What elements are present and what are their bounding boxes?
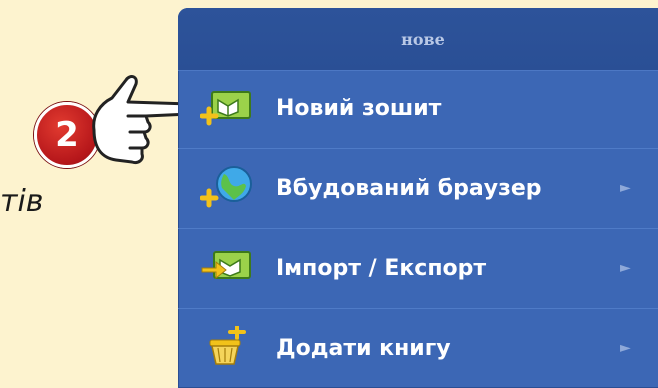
menu-item-label: Імпорт / Експорт bbox=[276, 255, 487, 281]
menu-divider bbox=[178, 148, 658, 149]
background-partial-text: тів bbox=[0, 184, 44, 219]
globe-icon bbox=[199, 166, 256, 210]
submenu-arrow-icon: ► bbox=[620, 340, 631, 356]
menu-divider bbox=[178, 228, 658, 229]
import-export-icon bbox=[200, 246, 256, 290]
new-notebook-icon bbox=[199, 86, 256, 130]
new-dropdown-menu: нове Новий зошит Вбудований браузер ► Ім… bbox=[178, 8, 658, 388]
add-book-basket-icon bbox=[200, 324, 256, 370]
menu-item-label: Вбудований браузер bbox=[276, 175, 542, 201]
menu-divider bbox=[178, 308, 658, 309]
submenu-arrow-icon: ► bbox=[620, 180, 631, 196]
menu-item-new-notebook[interactable]: Новий зошит bbox=[178, 78, 658, 138]
menu-item-label: Додати книгу bbox=[276, 335, 451, 361]
menu-header: нове bbox=[178, 8, 658, 71]
menu-item-label: Новий зошит bbox=[276, 95, 442, 121]
menu-item-add-book[interactable]: Додати книгу ► bbox=[178, 318, 658, 378]
menu-item-embedded-browser[interactable]: Вбудований браузер ► bbox=[178, 158, 658, 218]
submenu-arrow-icon: ► bbox=[620, 260, 631, 276]
menu-item-import-export[interactable]: Імпорт / Експорт ► bbox=[178, 238, 658, 298]
